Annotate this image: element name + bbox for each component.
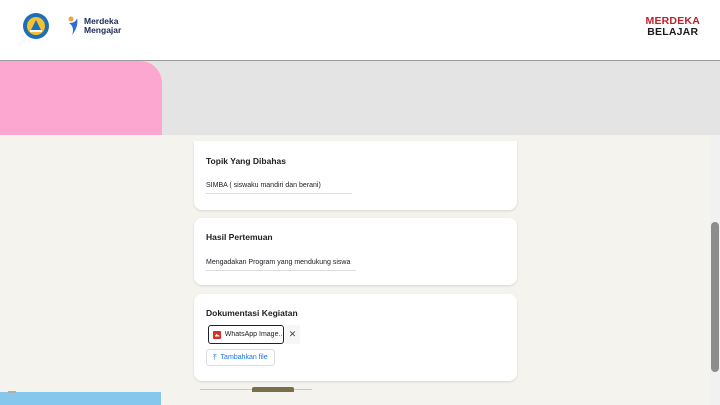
scrollbar-thumb[interactable] xyxy=(711,222,719,372)
pink-decoration-panel xyxy=(0,61,162,135)
uploaded-file-name: WhatsApp Image... xyxy=(224,331,283,338)
question-title: Dokumentasi Kegiatan xyxy=(206,308,298,318)
remove-file-button[interactable]: ✕ xyxy=(285,325,300,344)
question-title: Hasil Pertemuan xyxy=(206,232,273,242)
image-file-icon xyxy=(213,330,221,339)
question-card-topik: Topik Yang Dibahas SIMBA ( siswaku mandi… xyxy=(194,141,517,210)
top-header: Merdeka Mengajar MERDEKA BELAJAR xyxy=(0,0,720,60)
question-title: Topik Yang Dibahas xyxy=(206,156,286,166)
answer-text[interactable]: Mengadakan Program yang mendukung siswa xyxy=(206,259,356,271)
mb-logo-line2: BELAJAR xyxy=(647,26,699,38)
upload-icon: ⤒ xyxy=(213,352,217,362)
answer-text[interactable]: SIMBA ( siswaku mandiri dan berani) xyxy=(206,182,352,194)
tut-wuri-handayani-logo xyxy=(23,13,49,39)
add-file-button[interactable]: ⤒ Tambahkan file xyxy=(206,349,275,366)
question-card-hasil: Hasil Pertemuan Mengadakan Program yang … xyxy=(194,218,517,285)
merdeka-belajar-logo: MERDEKA BELAJAR xyxy=(646,16,701,38)
uploaded-file-chip[interactable]: WhatsApp Image... xyxy=(208,325,284,344)
merdeka-mengajar-logo: Merdeka Mengajar xyxy=(67,16,121,36)
left-edge-mark xyxy=(8,391,16,393)
blue-decoration-panel xyxy=(0,392,161,405)
mm-logo-line2: Mengajar xyxy=(84,25,122,35)
add-file-label: Tambahkan file xyxy=(220,354,268,361)
bottom-button[interactable] xyxy=(252,387,294,392)
question-card-dokumentasi: Dokumentasi Kegiatan WhatsApp Image... ✕… xyxy=(194,294,517,381)
merdeka-mengajar-icon xyxy=(68,16,78,35)
